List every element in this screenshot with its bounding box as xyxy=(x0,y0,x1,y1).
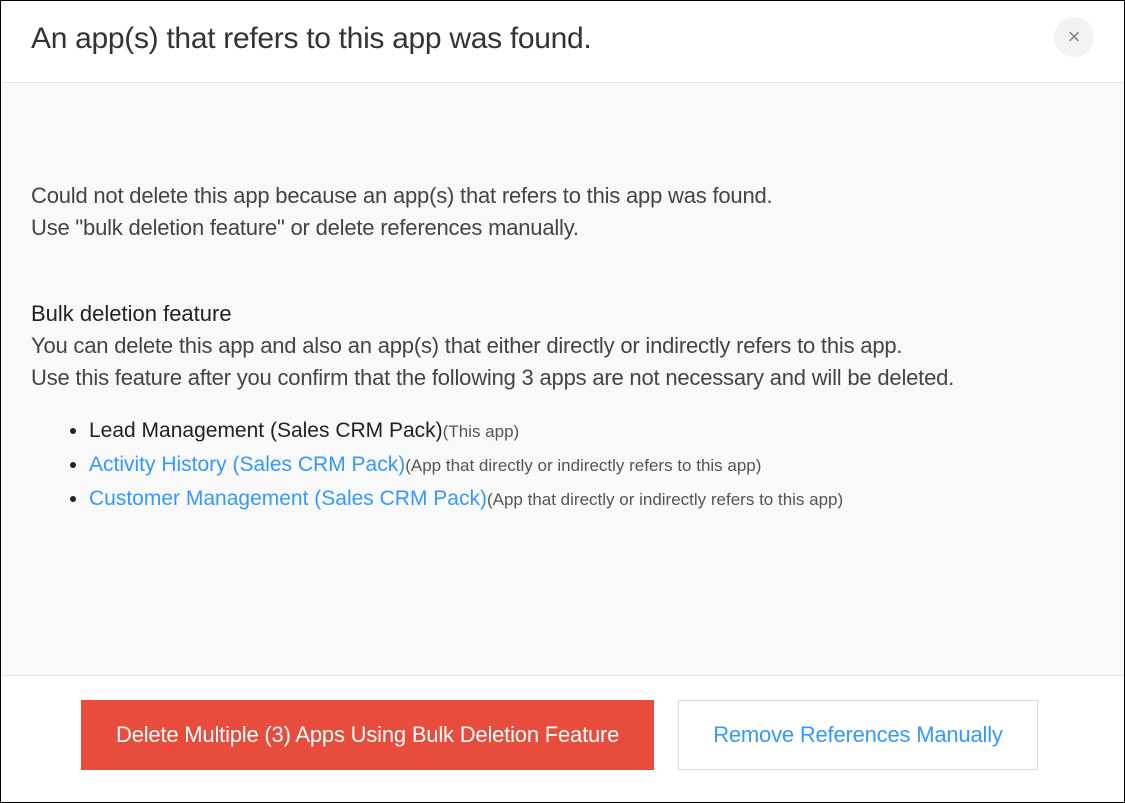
remove-manually-button[interactable]: Remove References Manually xyxy=(678,700,1038,770)
app-note: (This app) xyxy=(443,422,520,441)
bulk-deletion-section: Bulk deletion feature You can delete thi… xyxy=(31,301,1094,511)
app-link[interactable]: Activity History (Sales CRM Pack) xyxy=(89,453,405,476)
intro-line-1: Could not delete this app because an app… xyxy=(31,183,1094,209)
app-note: (App that directly or indirectly refers … xyxy=(405,456,761,475)
modal-header: An app(s) that refers to this app was fo… xyxy=(1,1,1124,83)
intro-text: Could not delete this app because an app… xyxy=(31,183,1094,241)
modal-footer: Delete Multiple (3) Apps Using Bulk Dele… xyxy=(1,675,1124,802)
bulk-delete-button[interactable]: Delete Multiple (3) Apps Using Bulk Dele… xyxy=(81,700,654,770)
modal-dialog: An app(s) that refers to this app was fo… xyxy=(0,0,1125,803)
bulk-line-1: You can delete this app and also an app(… xyxy=(31,333,1094,359)
list-item: Lead Management (Sales CRM Pack)(This ap… xyxy=(89,419,1094,443)
app-note: (App that directly or indirectly refers … xyxy=(487,490,843,509)
app-list: Lead Management (Sales CRM Pack)(This ap… xyxy=(89,419,1094,511)
list-item: Activity History (Sales CRM Pack)(App th… xyxy=(89,453,1094,477)
bulk-deletion-heading: Bulk deletion feature xyxy=(31,301,1094,327)
close-button[interactable]: × xyxy=(1054,17,1094,57)
close-icon: × xyxy=(1068,26,1081,48)
list-item: Customer Management (Sales CRM Pack)(App… xyxy=(89,487,1094,511)
bulk-line-2: Use this feature after you confirm that … xyxy=(31,365,1094,391)
intro-line-2: Use "bulk deletion feature" or delete re… xyxy=(31,215,1094,241)
app-link[interactable]: Customer Management (Sales CRM Pack) xyxy=(89,487,487,510)
app-name: Lead Management (Sales CRM Pack) xyxy=(89,419,443,442)
modal-body: Could not delete this app because an app… xyxy=(1,83,1124,675)
modal-title: An app(s) that refers to this app was fo… xyxy=(31,22,591,56)
